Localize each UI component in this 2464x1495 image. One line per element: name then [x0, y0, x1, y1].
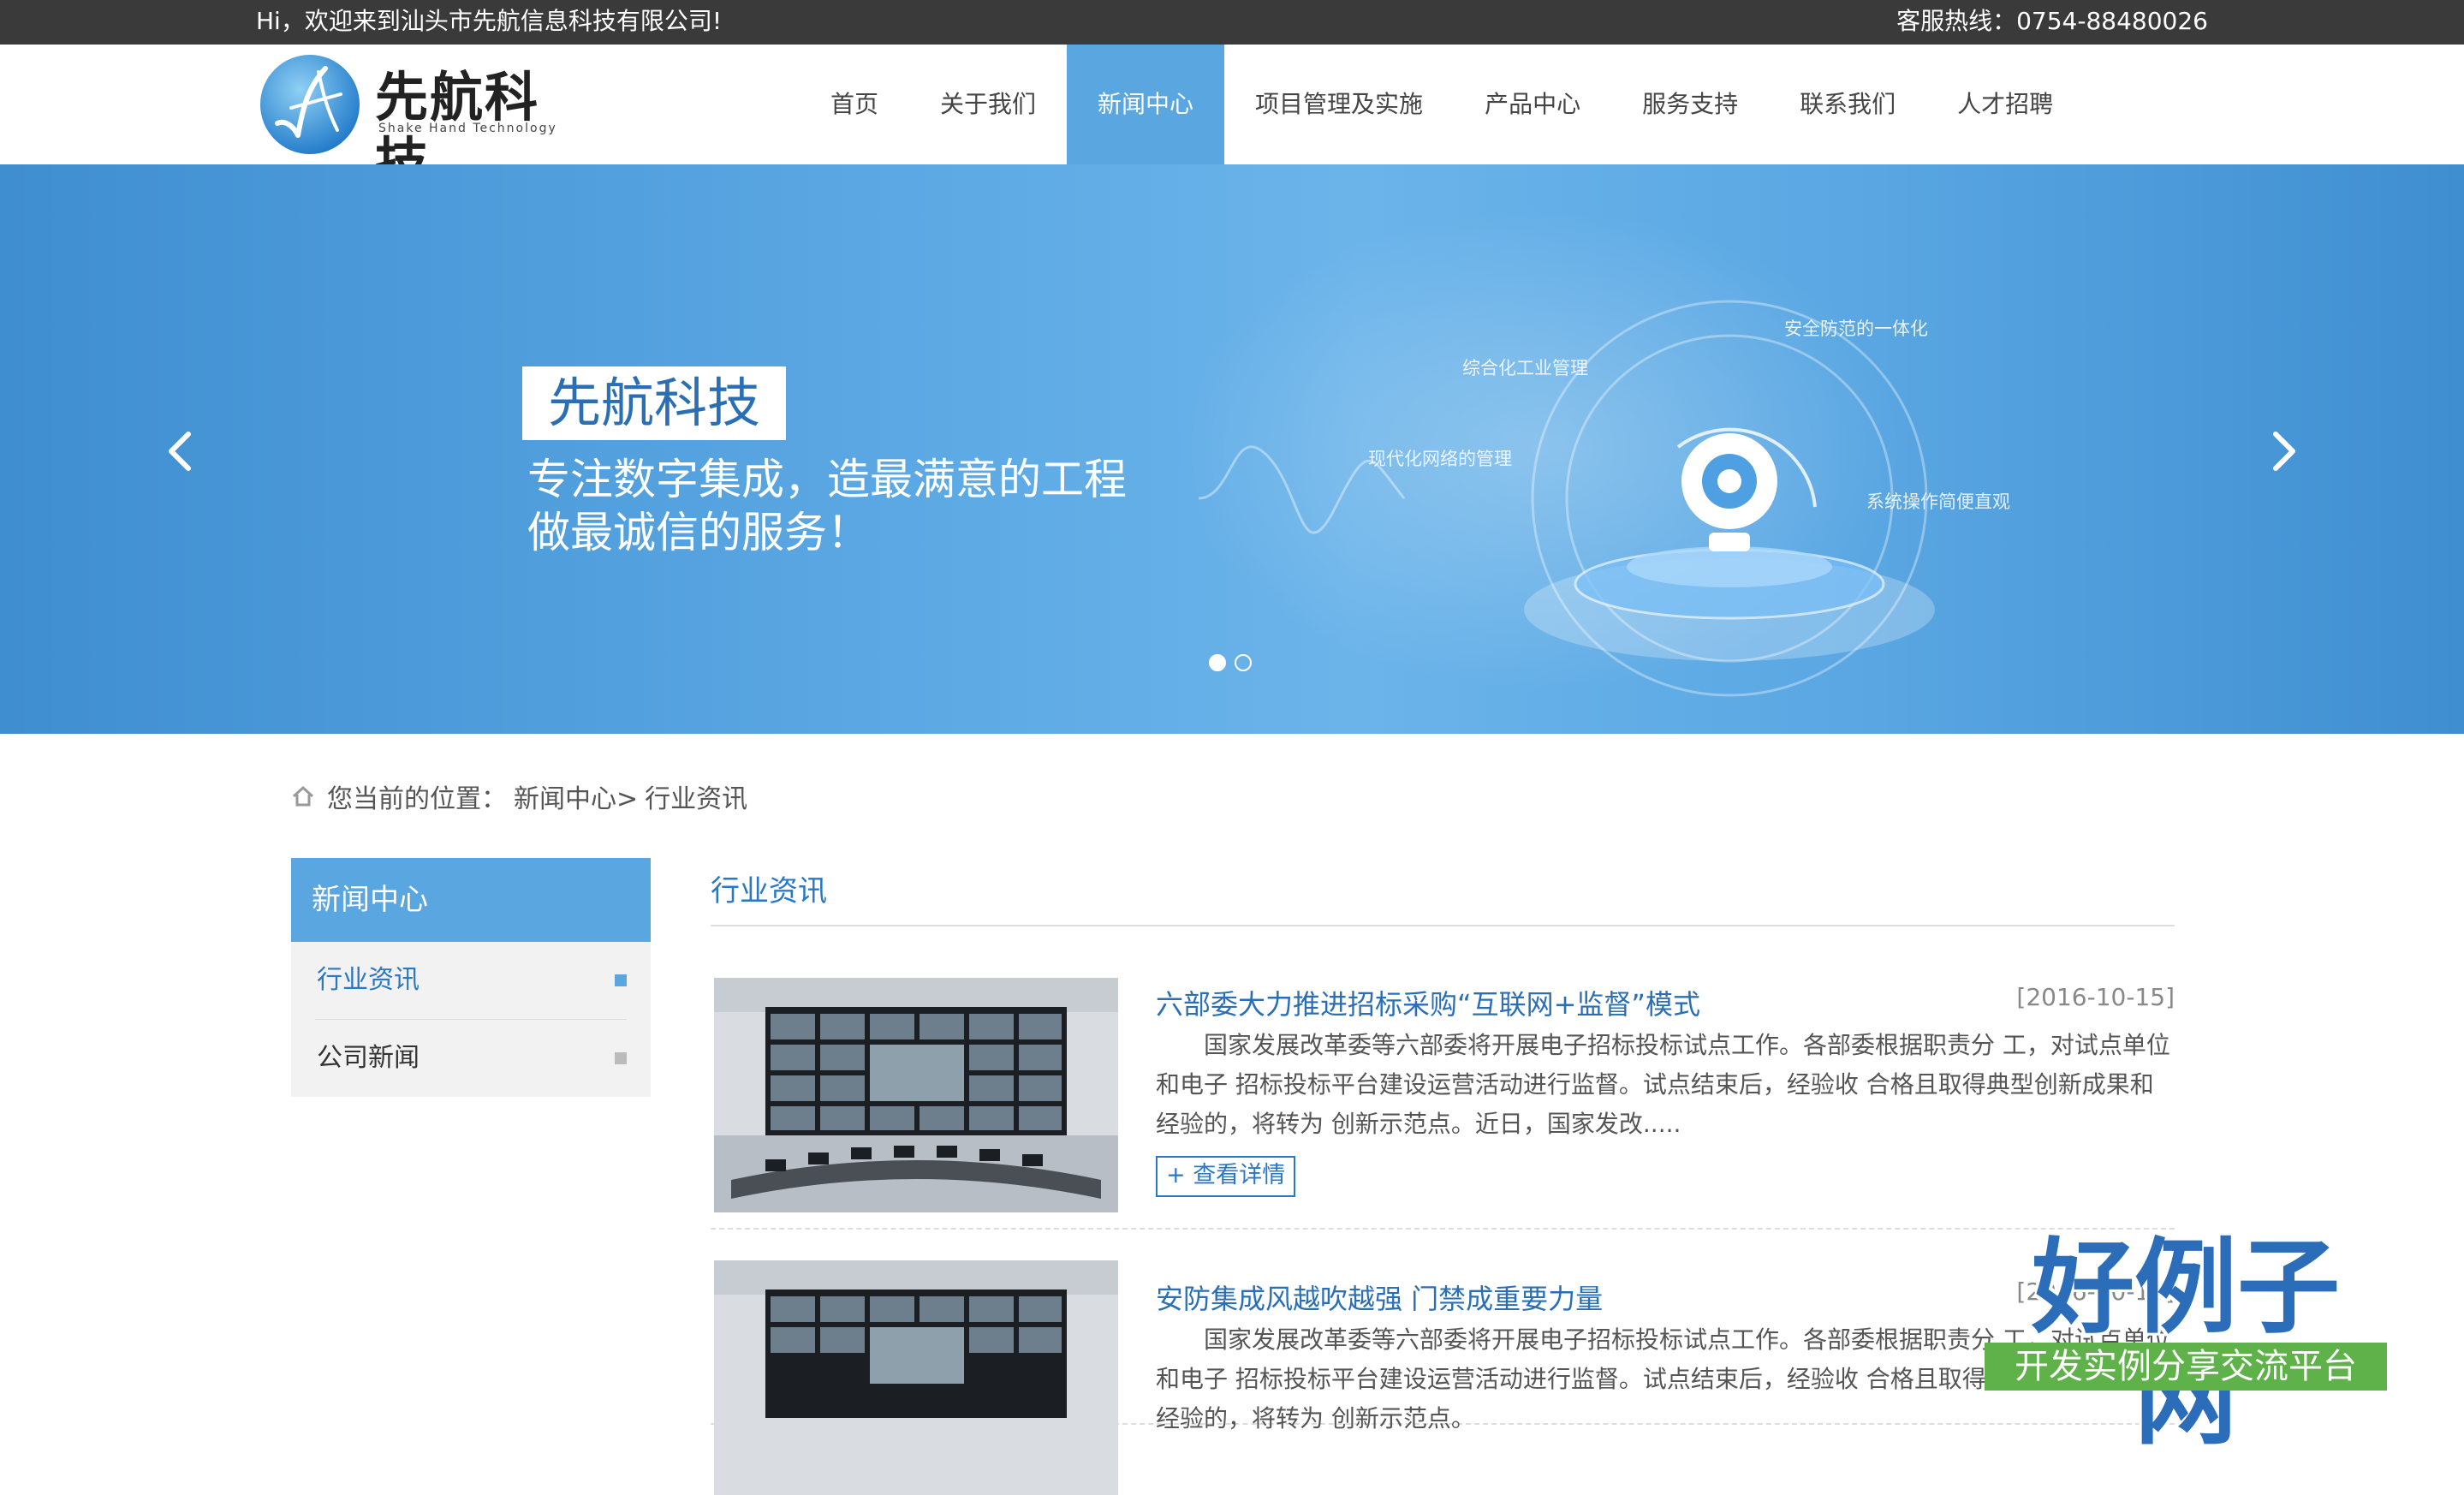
main-nav: 首页 关于我们 新闻中心 项目管理及实施 产品中心 服务支持 联系我们 人才招聘	[800, 45, 2084, 164]
sidebar-title: 新闻中心	[291, 858, 651, 942]
news-item: 六部委大力推进招标采购“互联网+监督”模式 [2016-10-15] 国家发展改…	[711, 858, 2175, 1230]
square-bullet-icon	[615, 1052, 627, 1064]
news-thumbnail[interactable]	[714, 1260, 1118, 1495]
sidebar-item-company-news[interactable]: 公司新闻	[315, 1020, 627, 1097]
nav-projects[interactable]: 项目管理及实施	[1224, 45, 1454, 164]
sidebar-item-label: 公司新闻	[317, 1043, 420, 1073]
nav-about[interactable]: 关于我们	[909, 45, 1067, 164]
logo-en-text: Shake Hand Technology	[378, 122, 557, 135]
news-thumbnail[interactable]	[714, 978, 1118, 1212]
hotline-text: 客服热线：0754-88480026	[1896, 7, 2208, 35]
feature-label-1: 安全防范的一体化	[1784, 319, 1928, 339]
top-bar: Hi，欢迎来到汕头市先航信息科技有限公司! 客服热线：0754-88480026	[0, 0, 2464, 45]
nav-support[interactable]: 服务支持	[1611, 45, 1769, 164]
news-title-link[interactable]: 六部委大力推进招标采购“互联网+监督”模式	[1156, 983, 1700, 1022]
news-date: [2016-10-15]	[2016, 983, 2175, 1011]
chevron-left-icon[interactable]	[156, 426, 207, 477]
sidebar-item-label: 行业资讯	[317, 965, 420, 995]
logo[interactable]: 先航科技 Shake Hand Technology	[259, 50, 558, 194]
news-title-link[interactable]: 安防集成风越吹越强 门禁成重要力量	[1156, 1278, 1603, 1317]
nav-home[interactable]: 首页	[800, 45, 909, 164]
view-details-button[interactable]: + 查看详情	[1156, 1156, 1296, 1197]
welcome-text: Hi，欢迎来到汕头市先航信息科技有限公司!	[256, 7, 723, 35]
square-bullet-icon	[615, 974, 627, 986]
feature-label-4: 系统操作简便直观	[1866, 491, 2010, 512]
banner-slogan-2: 做最诚信的服务！	[527, 508, 870, 557]
feature-label-2: 综合化工业管理	[1462, 358, 1588, 378]
slide-dot-1[interactable]	[1209, 654, 1226, 671]
news-excerpt: 国家发展改革委等六部委将开展电子招标投标试点工作。各部委根据职责分 工，对试点单…	[1156, 1031, 2170, 1138]
hero-banner: 安全防范的一体化 综合化工业管理 现代化网络的管理 系统操作简便直观 先航科技 …	[0, 164, 2464, 734]
nav-news[interactable]: 新闻中心	[1067, 45, 1225, 164]
sidebar-item-industry-news[interactable]: 行业资讯	[315, 942, 627, 1020]
watermark-subtitle: 开发实例分享交流平台	[1985, 1343, 2387, 1391]
nav-products[interactable]: 产品中心	[1454, 45, 1611, 164]
watermark-badge: 好例子网 开发实例分享交流平台	[1985, 1233, 2387, 1456]
breadcrumb-prefix: 您当前的位置：	[327, 784, 507, 814]
slide-indicators	[1209, 654, 1252, 671]
breadcrumb: 您当前的位置： 新闻中心> 行业资讯	[291, 776, 754, 817]
banner-brand: 先航科技	[522, 366, 786, 440]
chevron-right-icon[interactable]	[2257, 426, 2308, 477]
breadcrumb-current: 行业资讯	[645, 784, 748, 814]
sidebar-list: 行业资讯 公司新闻	[291, 942, 651, 1097]
breadcrumb-news-link[interactable]: 新闻中心>	[514, 777, 638, 815]
nav-careers[interactable]: 人才招聘	[1926, 45, 2084, 164]
header: 先航科技 Shake Hand Technology 首页 关于我们 新闻中心 …	[0, 45, 2464, 194]
sidebar: 新闻中心 行业资讯 公司新闻	[291, 858, 651, 1097]
feature-label-3: 现代化网络的管理	[1368, 449, 1512, 469]
banner-slogan-1: 专注数字集成，造最满意的工程	[527, 455, 1127, 504]
news-list: 行业资讯 六部委大力推进招标采购“互联网+监督”模式 [2016-10-15] …	[711, 858, 2175, 1495]
logo-mark-icon	[260, 55, 360, 154]
nav-contact[interactable]: 联系我们	[1769, 45, 1926, 164]
home-icon	[292, 785, 314, 807]
slide-dot-2[interactable]	[1235, 654, 1252, 671]
